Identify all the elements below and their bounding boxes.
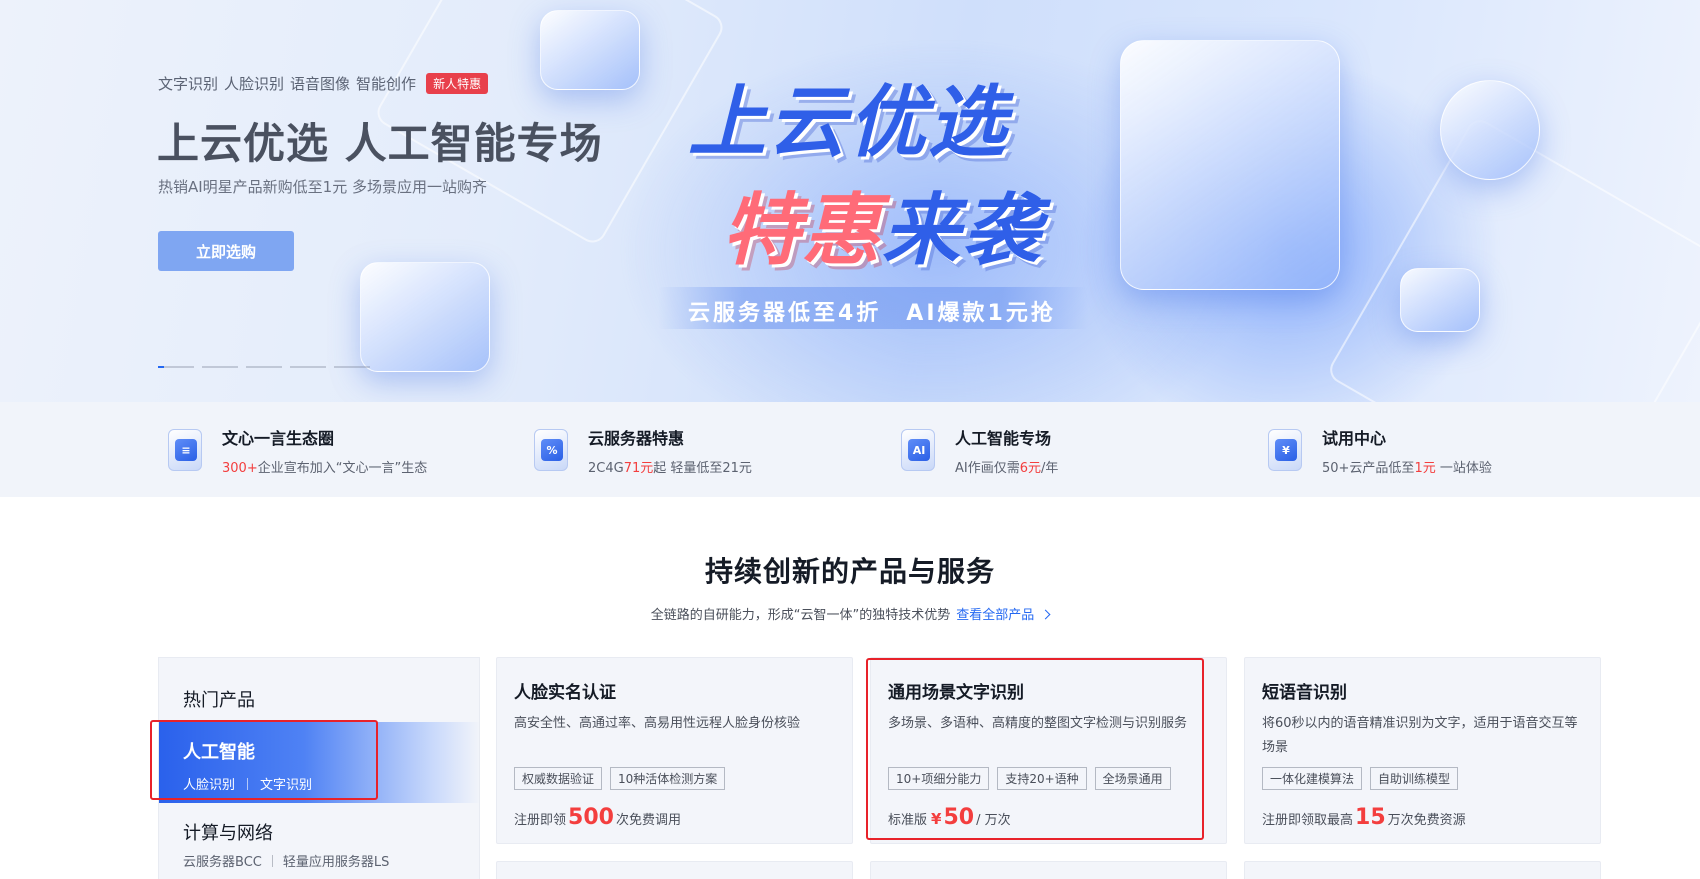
feature-title: 人工智能专场 bbox=[955, 428, 1052, 448]
card-tag: 权威数据验证 bbox=[514, 767, 603, 790]
carousel-dot[interactable] bbox=[246, 366, 282, 368]
chevron-right-icon[interactable] bbox=[1040, 609, 1051, 620]
price-value: 500 bbox=[568, 805, 614, 830]
section-subtitle-text: 全链路的自研能力，形成“云智一体”的独特技术优势 bbox=[650, 608, 951, 623]
feature-item-ai-zone[interactable]: AI 人工智能专场 AI作画仅需6元/年 bbox=[895, 422, 1058, 478]
carousel-dot[interactable] bbox=[334, 366, 370, 368]
hero-tags: 文字识别 人脸识别 语音图像 智能创作 新人特惠 bbox=[158, 73, 489, 94]
card-desc: 将60秒以内的语音精准识别为文字，适用于语音交互等场景 bbox=[1262, 716, 1578, 755]
view-all-products-link[interactable]: 查看全部产品 bbox=[956, 608, 1034, 623]
feature-desc: 50+云产品低至1元 一站体验 bbox=[1322, 460, 1492, 476]
card-tag: 一体化建模算法 bbox=[1262, 767, 1363, 790]
feature-item-ernie[interactable]: ≡ 文心一言生态圈 300+企业宣布加入“文心一言”生态 bbox=[162, 422, 427, 478]
card-tags: 一体化建模算法 自助训练模型 bbox=[1262, 767, 1459, 790]
product-card-row2[interactable] bbox=[1244, 861, 1601, 879]
ai-chip-icon: AI bbox=[895, 425, 941, 475]
highlight-box bbox=[150, 720, 378, 800]
category-link-bcc[interactable]: 云服务器BCC bbox=[183, 851, 262, 870]
promo-headline-2: 特惠来袭 bbox=[722, 168, 1042, 280]
user-card-decor bbox=[1400, 268, 1480, 332]
hero-title: 上云优选 人工智能专场 bbox=[157, 119, 603, 168]
promo-word-coming: 来袭 bbox=[882, 186, 1043, 276]
card-title: 短语音识别 bbox=[1262, 683, 1347, 703]
new-user-badge: 新人特惠 bbox=[426, 73, 489, 94]
card-tag: 自助训练模型 bbox=[1370, 767, 1459, 790]
carousel-indicators bbox=[158, 366, 370, 368]
hero-tag: 智能创作 bbox=[356, 75, 417, 93]
hero-tag: 文字识别 bbox=[158, 75, 219, 93]
card-tags: 权威数据验证 10种活体检测方案 bbox=[514, 767, 726, 790]
cloud-folder-decor bbox=[360, 262, 490, 372]
cloud-cube-decor bbox=[540, 10, 640, 90]
section-title: 持续创新的产品与服务 bbox=[704, 555, 995, 588]
product-card-short-speech[interactable]: 短语音识别 将60秒以内的语音精准识别为文字，适用于语音交互等场景 一体化建模算… bbox=[1244, 657, 1601, 844]
category-item-compute[interactable]: 计算与网络 bbox=[183, 819, 273, 845]
trial-coupon-icon: ¥ bbox=[1262, 425, 1308, 475]
product-card-row2[interactable] bbox=[870, 861, 1227, 879]
hero-banner[interactable]: 文字识别 人脸识别 语音图像 智能创作 新人特惠 上云优选 人工智能专场 热销A… bbox=[0, 0, 1700, 402]
product-card-face-verify[interactable]: 人脸实名认证 高安全性、高通过率、高易用性远程人脸身份核验 权威数据验证 10种… bbox=[496, 657, 853, 844]
category-links: 云服务器BCC 轻量应用服务器LS bbox=[183, 851, 389, 870]
buy-now-button[interactable]: 立即选购 bbox=[158, 231, 294, 271]
card-price: 注册即领 500 次免费调用 bbox=[514, 805, 681, 830]
doc-orb-decor bbox=[1440, 80, 1540, 180]
carousel-dot[interactable] bbox=[158, 366, 194, 368]
card-desc: 高安全性、高通过率、高易用性远程人脸身份核验 bbox=[514, 716, 801, 731]
promo-strip-text: 云服务器低至4折 AI爆款1元抢 bbox=[688, 301, 1056, 326]
feature-desc: 2C4G71元起 轻量低至21元 bbox=[588, 460, 752, 476]
section-subtitle: 全链路的自研能力，形成“云智一体”的独特技术优势 查看全部产品 bbox=[0, 604, 1700, 623]
hero-tag: 语音图像 bbox=[290, 75, 351, 93]
product-card-row2[interactable] bbox=[496, 861, 853, 879]
price-value: 15 bbox=[1355, 805, 1386, 830]
feature-title: 试用中心 bbox=[1322, 428, 1387, 448]
divider bbox=[271, 854, 273, 867]
feature-item-server-deal[interactable]: % 云服务器特惠 2C4G71元起 轻量低至21元 bbox=[528, 422, 752, 478]
feature-title: 文心一言生态圈 bbox=[222, 428, 335, 448]
feature-desc: AI作画仅需6元/年 bbox=[955, 460, 1059, 476]
promo-headline: 上云优选 bbox=[688, 78, 1009, 168]
hero-tag: 人脸识别 bbox=[224, 75, 285, 93]
feature-item-trial-center[interactable]: ¥ 试用中心 50+云产品低至1元 一站体验 bbox=[1262, 422, 1492, 478]
card-tag: 10种活体检测方案 bbox=[610, 767, 726, 790]
hero-subtitle: 热销AI明星产品新购低至1元 多场景应用一站购齐 bbox=[158, 178, 487, 196]
category-link-ls[interactable]: 轻量应用服务器LS bbox=[283, 851, 390, 870]
feature-title: 云服务器特惠 bbox=[588, 428, 685, 448]
carousel-dot[interactable] bbox=[290, 366, 326, 368]
carousel-dot[interactable] bbox=[202, 366, 238, 368]
card-price: 注册即领取最高 15 万次免费资源 bbox=[1262, 805, 1466, 830]
feature-desc: 300+企业宣布加入“文心一言”生态 bbox=[222, 460, 428, 476]
doc-icon: ≡ bbox=[162, 425, 208, 475]
promo-word-special: 特惠 bbox=[722, 186, 883, 276]
discount-icon: % bbox=[528, 425, 574, 475]
highlight-box bbox=[866, 658, 1204, 840]
card-title: 人脸实名认证 bbox=[514, 683, 616, 703]
ai-chip-decor bbox=[1120, 40, 1340, 290]
category-heading: 热门产品 bbox=[183, 690, 255, 711]
